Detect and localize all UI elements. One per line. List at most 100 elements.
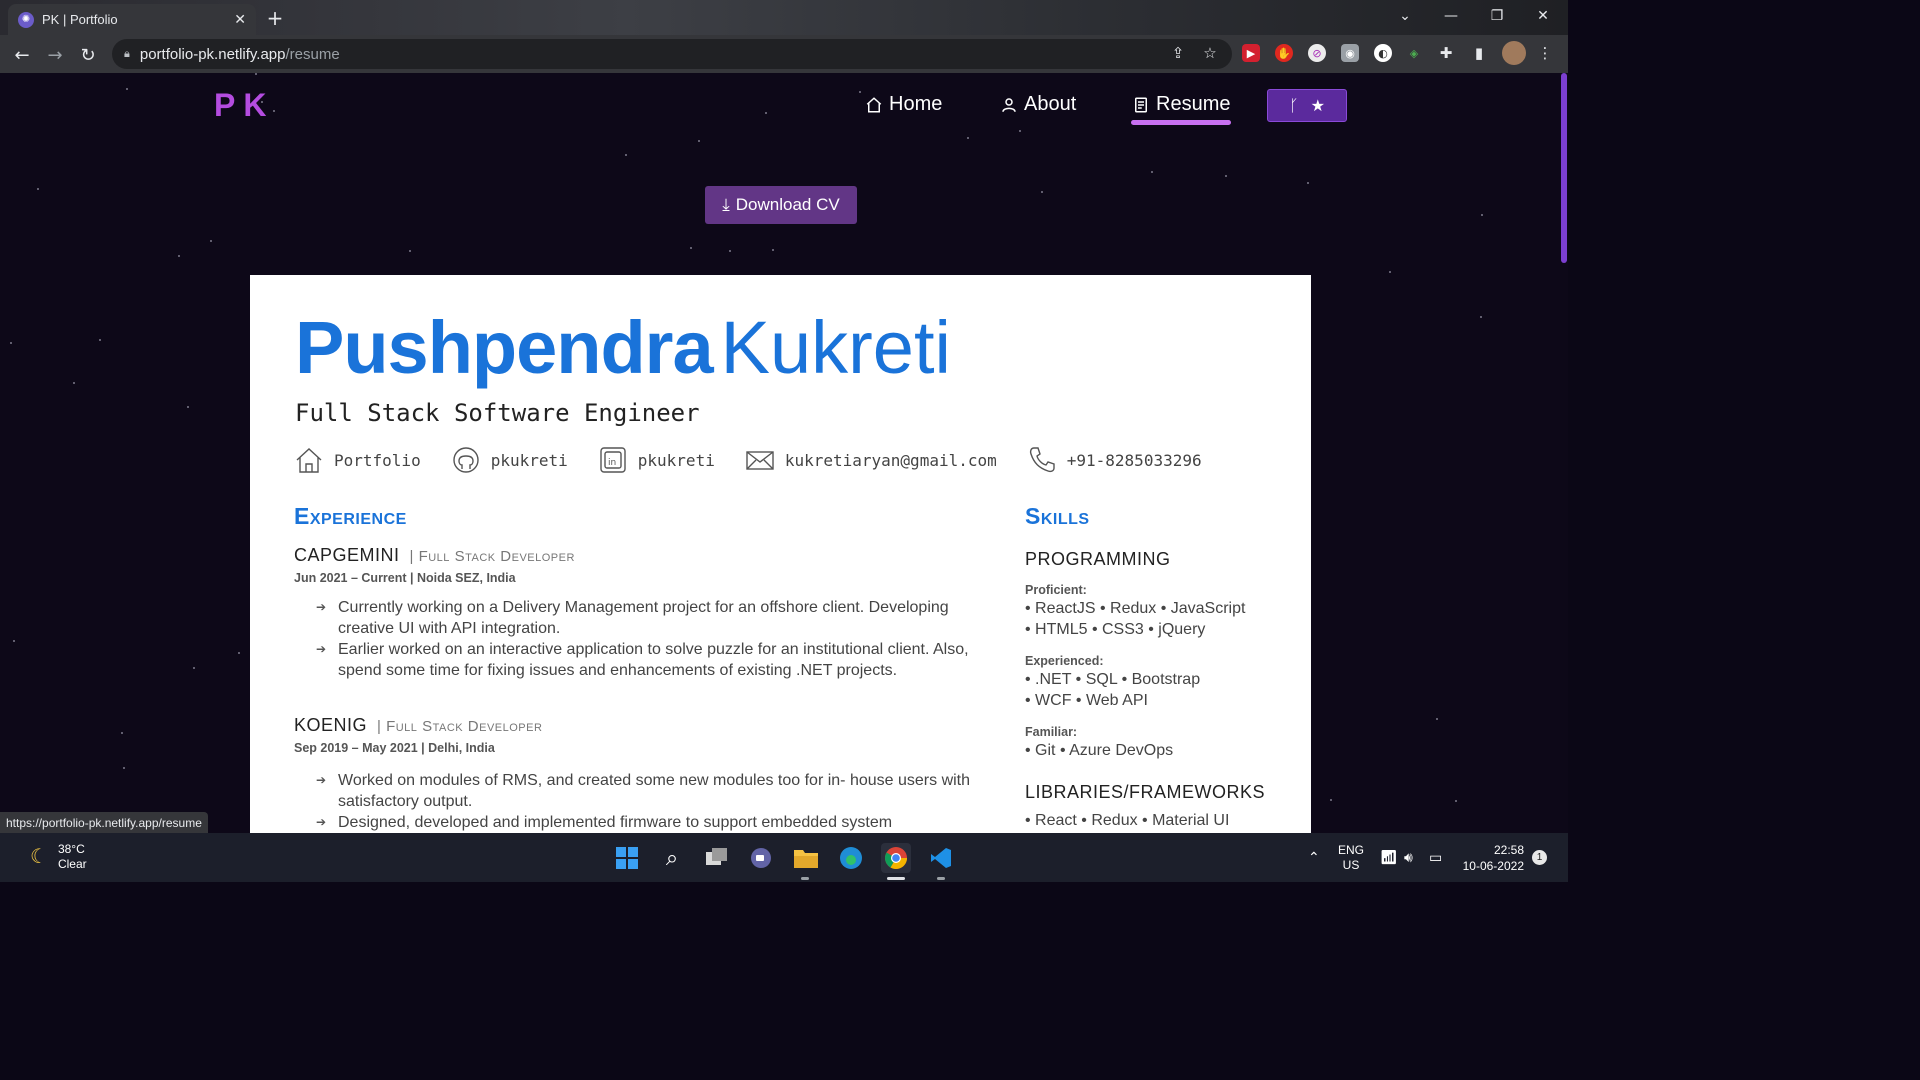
- page-scrollbar[interactable]: [1560, 73, 1568, 833]
- star-dot: [1151, 171, 1153, 173]
- first-name: Pushpendra: [295, 306, 714, 389]
- star-dot: [409, 250, 411, 252]
- tab-search-chevron-icon[interactable]: ⌄: [1382, 0, 1428, 32]
- moon-icon: ☾: [30, 845, 48, 868]
- app-active-indicator: [887, 877, 905, 880]
- extension-red-icon[interactable]: ▶: [1242, 44, 1260, 62]
- git-fork-icon: ᚴ: [1289, 96, 1299, 115]
- task-view-icon[interactable]: [702, 843, 732, 873]
- nav-resume[interactable]: Resume: [1132, 93, 1230, 116]
- star-dot: [10, 342, 12, 344]
- language-indicator[interactable]: ENG US: [1338, 833, 1364, 882]
- clock[interactable]: 22:58 10-06-2022: [1460, 833, 1524, 882]
- job-role: | Full Stack Developer: [409, 548, 575, 565]
- star-dot: [772, 249, 774, 251]
- frameworks-heading: LIBRARIES/FRAMEWORKS: [1025, 782, 1266, 802]
- windows-logo-icon: [616, 847, 638, 869]
- app-running-indicator: [801, 877, 809, 880]
- extension-adblock-icon[interactable]: ✋: [1275, 44, 1293, 62]
- extension-block-icon[interactable]: ⊘: [1308, 44, 1326, 62]
- web-page: PK Home About Resume ᚴ ★ ⤓ Download CV P…: [0, 73, 1560, 833]
- nav-about[interactable]: About: [1000, 93, 1076, 116]
- edge-browser-icon[interactable]: [836, 843, 866, 873]
- file-explorer-icon[interactable]: [791, 843, 821, 873]
- address-bar[interactable]: 🔒︎ portfolio-pk.netlify.app/resume: [112, 39, 1232, 69]
- side-panel-icon[interactable]: ▮: [1470, 44, 1488, 62]
- site-favicon-icon: ✺: [18, 11, 34, 28]
- job-role: | Full Stack Developer: [377, 718, 543, 735]
- star-dot: [1481, 214, 1483, 216]
- tray-chevron-icon[interactable]: ⌃: [1308, 833, 1320, 882]
- contact-row: Portfolio pkukreti in pkukreti kukretiar…: [294, 445, 1232, 475]
- extension-camera-icon[interactable]: ◉: [1341, 44, 1359, 62]
- nav-resume-label: Resume: [1156, 93, 1231, 115]
- back-button[interactable]: ←: [9, 42, 35, 68]
- svg-text:in: in: [608, 458, 616, 468]
- bookmark-star-icon[interactable]: ☆: [1199, 42, 1221, 64]
- extension-circle-icon[interactable]: ◐: [1374, 44, 1392, 62]
- url-host: portfolio-pk.netlify.app: [139, 45, 286, 63]
- contact-phone[interactable]: +91-8285033296: [1027, 445, 1202, 475]
- skill-line: • HTML5 • CSS3 • jQuery: [1025, 621, 1206, 638]
- tab-close-icon[interactable]: ✕: [234, 12, 246, 28]
- document-icon: [1135, 97, 1147, 112]
- tab-title: PK | Portfolio: [42, 12, 118, 27]
- new-tab-button[interactable]: +: [262, 6, 288, 30]
- vscode-icon[interactable]: [926, 843, 956, 873]
- site-logo[interactable]: PK: [214, 87, 274, 124]
- user-icon: [1002, 97, 1016, 112]
- clock-time: 22:58: [1493, 842, 1524, 857]
- minimize-button[interactable]: —: [1428, 0, 1474, 32]
- start-button[interactable]: [612, 843, 642, 873]
- star-dot: [1389, 271, 1391, 273]
- browser-tab[interactable]: ✺ PK | Portfolio ✕: [8, 4, 256, 35]
- extension-colorful-icon[interactable]: ◈: [1405, 44, 1423, 62]
- star-dot: [210, 240, 212, 242]
- reload-button[interactable]: ↻: [75, 42, 101, 68]
- wifi-icon[interactable]: 📶︎: [1380, 833, 1398, 882]
- restore-button[interactable]: ❐: [1474, 0, 1520, 32]
- url-path: /resume: [285, 45, 340, 63]
- company-name: KOENIG: [294, 715, 368, 735]
- forward-button[interactable]: →: [42, 42, 68, 68]
- contact-github[interactable]: pkukreti: [451, 445, 568, 475]
- chrome-browser-icon[interactable]: [881, 843, 911, 873]
- profile-avatar[interactable]: [1502, 41, 1526, 65]
- weather-widget[interactable]: ☾ 38°C Clear: [30, 842, 87, 872]
- github-star-button[interactable]: ᚴ ★: [1267, 89, 1347, 122]
- bullet-item: Currently working on a Delivery Manageme…: [316, 597, 976, 639]
- language: ENG: [1338, 842, 1365, 857]
- volume-icon[interactable]: 🔊︎: [1404, 833, 1413, 882]
- download-cv-button[interactable]: ⤓ Download CV: [705, 186, 857, 224]
- contact-portfolio[interactable]: Portfolio: [294, 445, 421, 475]
- teams-chat-icon[interactable]: [746, 843, 776, 873]
- scrollbar-thumb[interactable]: [1561, 73, 1567, 263]
- skill-line: • Git • Azure DevOps: [1025, 742, 1174, 759]
- star-dot: [1307, 182, 1309, 184]
- battery-icon[interactable]: ▭: [1429, 833, 1442, 882]
- share-icon[interactable]: ⇪: [1167, 42, 1189, 64]
- star-dot: [1455, 800, 1457, 802]
- extensions-puzzle-icon[interactable]: ✚: [1437, 44, 1455, 62]
- resume-title: Full Stack Software Engineer: [295, 399, 700, 427]
- notification-button[interactable]: 1: [1532, 833, 1547, 882]
- job-company: CAPGEMINI | Full Stack Developer: [294, 545, 575, 566]
- mail-icon: [746, 451, 774, 470]
- skill-line: • ReactJS • Redux • JavaScript: [1025, 600, 1246, 617]
- star-dot: [1330, 799, 1332, 801]
- contact-linkedin[interactable]: in pkukreti: [598, 445, 715, 475]
- star-dot: [121, 732, 123, 734]
- nav-home[interactable]: Home: [865, 93, 942, 116]
- star-dot: [1225, 175, 1227, 177]
- search-icon[interactable]: ⌕: [657, 843, 687, 873]
- region: US: [1342, 857, 1360, 872]
- skills-heading: Skills: [1025, 503, 1090, 529]
- contact-email[interactable]: kukretiaryan@gmail.com: [745, 445, 997, 475]
- app-running-indicator: [937, 877, 945, 880]
- browser-menu-icon[interactable]: ⋮: [1536, 44, 1554, 62]
- download-icon: ⤓: [722, 195, 730, 214]
- close-window-button[interactable]: ✕: [1520, 0, 1566, 32]
- star-dot: [193, 667, 195, 669]
- star-dot: [126, 88, 128, 90]
- star-dot: [1019, 130, 1021, 132]
